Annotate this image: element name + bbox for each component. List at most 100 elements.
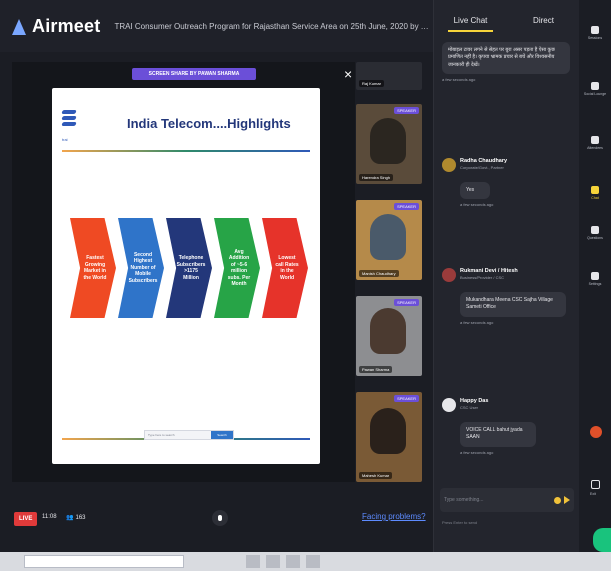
airmeet-app: Airmeet TRAI Consumer Outreach Program f…	[0, 0, 611, 571]
highlight-text: Second Highest Number of Mobile Subscrib…	[128, 251, 158, 284]
speaker-badge: SPEAKER	[394, 395, 419, 402]
participant-tile[interactable]: SPEAKER Pawan Sharma	[356, 296, 422, 376]
chat-author: Rukmani Devi / Hitesh Business/Provider …	[442, 268, 570, 282]
help-button[interactable]	[590, 426, 602, 438]
rail-item-chat[interactable]: Chat	[579, 186, 611, 200]
participant-tile[interactable]: SPEAKER Manish Chaudhary	[356, 200, 422, 280]
viewer-count-value: 163	[75, 514, 86, 521]
highlight-arrow: Avg Addition of ~5-6 million subs. Per M…	[214, 218, 260, 318]
tab-live-chat[interactable]: Live Chat	[434, 0, 507, 40]
support-chat-button[interactable]	[593, 528, 611, 552]
chat-bubble-wrap: Mukandhara Meena CSC Sajha Village Samet…	[460, 292, 566, 317]
avatar[interactable]	[442, 398, 456, 412]
author-info: Happy Das CSC User	[460, 398, 488, 410]
highlight-text: Telephone Subscribers >1175 Million	[176, 255, 206, 281]
highlight-arrow: Lowest call Rates in the World	[262, 218, 308, 318]
exit-icon[interactable]	[591, 480, 600, 489]
highlight-text: Fastest Growing Market in the World	[83, 255, 107, 281]
rail-item-attendees[interactable]: Attendees	[579, 136, 611, 150]
chat-bubble: Mukandhara Meena CSC Sajha Village Samet…	[460, 292, 566, 317]
author-role: Business/Provider / CSC	[460, 275, 505, 280]
participant-video	[370, 308, 406, 354]
emoji-icon[interactable]	[554, 496, 561, 504]
rail-label: Questions	[587, 236, 603, 240]
chat-bubble: मोबाइल टावर लगने से सेहत पर बुरा असर पड़…	[442, 42, 570, 74]
author-name: Happy Das	[460, 398, 489, 404]
speaker-badge: SPEAKER	[394, 203, 419, 210]
rail-label: Attendees	[587, 146, 603, 150]
chat-message: Rukmani Devi / Hitesh Business/Provider …	[442, 268, 570, 325]
gear-icon	[591, 272, 599, 280]
author-info: Rukmani Devi / Hitesh Business/Provider …	[460, 268, 518, 280]
participant-name: Mahesh Kumar	[359, 472, 393, 479]
screen-share-badge: SCREEN SHARE BY PAWAN SHARMA	[132, 68, 256, 80]
participant-name: Pawan Sharma	[359, 366, 393, 373]
chat-timestamp: a few seconds ago	[460, 449, 494, 455]
taskbar-app-icon[interactable]	[266, 555, 280, 568]
rail-label: Chat	[591, 196, 599, 200]
chat-bubble: Yes	[460, 182, 490, 200]
taskbar-search-field[interactable]	[24, 555, 184, 568]
participant-tile[interactable]: SPEAKER Mahesh Kumar	[356, 392, 422, 482]
chat-icon	[591, 186, 599, 194]
viewer-count: 👥 163	[66, 514, 86, 522]
participant-tiles: Raj Kumar SPEAKER Harendra Singh SPEAKER…	[356, 62, 422, 482]
chat-timestamp: a few seconds ago	[460, 202, 494, 208]
chat-input[interactable]	[444, 497, 551, 503]
speaker-badge: SPEAKER	[394, 107, 419, 114]
avatar[interactable]	[442, 158, 456, 172]
rail-item-settings[interactable]: Settings	[579, 272, 611, 286]
event-title: TRAI Consumer Outreach Program for Rajas…	[114, 21, 433, 31]
chat-timestamp: a few seconds ago	[460, 319, 494, 325]
slide-search-button: Search	[211, 431, 233, 439]
shared-slide: trai India Telecom....Highlights Fastest…	[52, 88, 320, 464]
questions-icon	[591, 226, 599, 234]
trai-logo: trai	[61, 110, 78, 142]
participant-tile[interactable]: SPEAKER Harendra Singh	[356, 104, 422, 184]
chat-author: Happy Das CSC User	[442, 398, 570, 412]
highlight-text: Avg Addition of ~5-6 million subs. Per M…	[227, 248, 251, 288]
app-name: Airmeet	[32, 15, 101, 36]
taskbar-app-icon[interactable]	[286, 555, 300, 568]
facing-problems-link[interactable]: Facing problems?	[362, 512, 426, 521]
taskbar-app-icon[interactable]	[246, 555, 260, 568]
stage-controls: LIVE 11:08 👥 163 Facing problems?	[0, 496, 433, 546]
chat-bubble: VOICE CALL bahut jyada SAAN	[460, 422, 536, 447]
airmeet-logo[interactable]: Airmeet	[12, 16, 100, 37]
chat-bubble-wrap: VOICE CALL bahut jyada SAAN	[460, 422, 536, 447]
lounge-icon	[591, 82, 599, 90]
os-taskbar	[0, 552, 611, 571]
close-icon[interactable]: ×	[344, 67, 352, 81]
rail-label: Settings	[588, 282, 602, 286]
slide-divider	[62, 150, 310, 152]
tab-direct[interactable]: Direct	[507, 0, 580, 40]
header: Airmeet TRAI Consumer Outreach Program f…	[0, 0, 433, 52]
avatar[interactable]	[442, 268, 456, 282]
chat-compose	[440, 488, 574, 512]
right-rail: Sessions Social Lounge Attendees Chat Qu…	[579, 0, 611, 552]
mic-icon	[218, 515, 222, 521]
session-timer: 11:08	[42, 514, 57, 520]
stage: SCREEN SHARE BY PAWAN SHARMA × trai Indi…	[12, 62, 355, 482]
rail-item-questions[interactable]: Questions	[579, 226, 611, 240]
author-info: Radha Chaudhary Corporate/Govt., Partner	[460, 158, 507, 170]
rail-label: Social Lounge	[583, 92, 607, 96]
participant-tile[interactable]: Raj Kumar	[356, 62, 422, 90]
taskbar-app-icon[interactable]	[306, 555, 320, 568]
highlights-arrows: Fastest Growing Market in the World Seco…	[70, 218, 310, 318]
participant-video	[370, 118, 406, 164]
chat-author: Radha Chaudhary Corporate/Govt., Partner	[442, 158, 570, 172]
highlight-arrow: Telephone Subscribers >1175 Million	[166, 218, 212, 318]
mic-button[interactable]	[212, 510, 228, 526]
rail-item-sessions[interactable]: Sessions	[579, 26, 611, 40]
chat-tabs: Live Chat Direct	[434, 0, 580, 40]
viewers-icon: 👥	[66, 515, 74, 521]
rail-item-social-lounge[interactable]: Social Lounge	[579, 82, 611, 96]
speaker-badge: SPEAKER	[394, 299, 419, 306]
chat-timestamp: a few seconds ago	[442, 76, 476, 82]
sessions-icon	[591, 26, 599, 34]
participant-name: Harendra Singh	[359, 174, 394, 181]
participant-name: Raj Kumar	[359, 80, 384, 87]
slide-search-bar: Type here to search Search	[144, 430, 234, 440]
send-icon[interactable]	[564, 496, 570, 504]
